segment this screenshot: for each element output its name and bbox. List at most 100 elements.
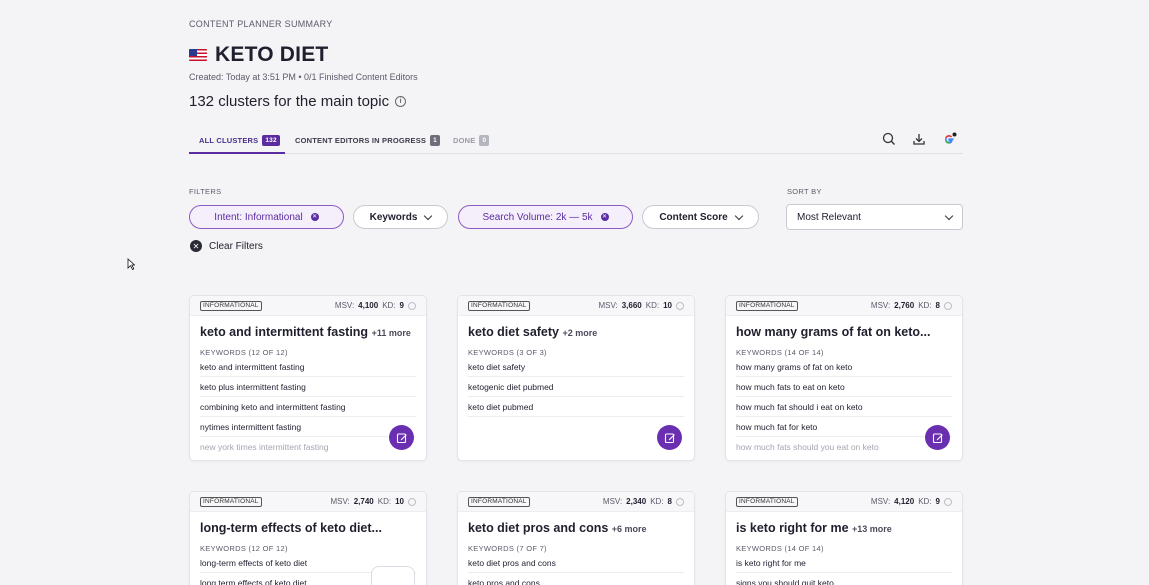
remove-filter-icon[interactable]: ✕	[310, 213, 319, 221]
card-header: INFORMATIONAL MSV: 2,340 KD: 8	[458, 492, 694, 512]
edit-icon	[396, 432, 407, 443]
kd-label: KD:	[918, 497, 932, 506]
msv-value: 2,740	[353, 497, 374, 506]
clusters-summary: 132 clusters for the main topic i	[189, 93, 407, 110]
kd-label: KD:	[650, 497, 664, 506]
edit-button[interactable]	[389, 425, 414, 450]
keyword-item: keto plus intermittent fasting	[200, 377, 416, 397]
filter-volume-chip[interactable]: Search Volume: 2k — 5k ✕	[458, 205, 633, 229]
tab-all-clusters[interactable]: ALL CLUSTERS 132	[189, 132, 285, 154]
cluster-title[interactable]: keto diet safety +2 more	[468, 325, 684, 339]
card-header: INFORMATIONAL MSV: 4,120 KD: 9	[726, 492, 962, 512]
filter-score-label: Content Score	[659, 211, 728, 223]
keyword-item: how much fat for keto	[736, 417, 952, 437]
flag-us-icon	[189, 49, 207, 61]
edit-icon	[932, 432, 943, 443]
cluster-title[interactable]: keto and intermittent fasting +11 more	[200, 325, 416, 339]
cluster-card[interactable]: INFORMATIONAL MSV: 2,340 KD: 8 keto diet…	[457, 491, 695, 585]
search-icon[interactable]	[881, 131, 897, 147]
sort-select[interactable]: Most Relevant	[786, 204, 963, 230]
keyword-item: combining keto and intermittent fasting	[200, 397, 416, 417]
more-count: +11 more	[371, 328, 411, 338]
status-circle-icon	[408, 301, 416, 310]
keyword-item: is keto right for me	[736, 553, 952, 573]
card-header: INFORMATIONAL MSV: 4,100 KD: 9	[190, 296, 426, 316]
keyword-item: how much fats to eat on keto	[736, 377, 952, 397]
intent-badge: INFORMATIONAL	[200, 300, 262, 311]
mouse-cursor-icon	[127, 258, 135, 270]
page-eyebrow: CONTENT PLANNER SUMMARY	[189, 19, 333, 29]
clear-filters-button[interactable]: ✕ Clear Filters	[190, 240, 263, 252]
tab-count: 1	[430, 135, 440, 146]
filter-intent-label: Intent: Informational	[214, 211, 303, 223]
filter-content-score-dropdown[interactable]: Content Score	[642, 205, 759, 229]
msv-value: 2,340	[626, 497, 647, 506]
keyword-item: signs you should quit keto	[736, 573, 952, 585]
keyword-item: keto diet pros and cons	[468, 553, 684, 573]
cluster-title[interactable]: is keto right for me +13 more	[736, 521, 952, 535]
cluster-title-text: keto diet safety	[468, 325, 560, 339]
cluster-card[interactable]: INFORMATIONAL MSV: 2,760 KD: 8 how many …	[725, 295, 963, 461]
keywords-header: KEYWORDS (3 OF 3)	[468, 348, 547, 357]
keyword-item: keto and intermittent fasting	[200, 357, 416, 377]
kd-value: 9	[399, 301, 404, 310]
msv-value: 4,100	[358, 301, 379, 310]
keywords-header: KEYWORDS (12 OF 12)	[200, 348, 288, 357]
cluster-title[interactable]: how many grams of fat on keto...	[736, 325, 952, 339]
sort-value: Most Relevant	[797, 211, 861, 223]
tab-count: 0	[479, 135, 490, 146]
card-metrics: MSV: 2,740 KD: 10	[330, 497, 416, 506]
tab-label: DONE	[453, 136, 476, 145]
msv-value: 3,660	[621, 301, 642, 310]
card-metrics: MSV: 2,760 KD: 8	[871, 301, 952, 310]
tab-done[interactable]: DONE 0	[453, 132, 490, 154]
title-row: KETO DIET	[189, 43, 328, 67]
keyword-item: nytimes intermittent fasting	[200, 417, 416, 437]
keyword-item: keto diet safety	[468, 357, 684, 377]
filter-volume-label: Search Volume: 2k — 5k	[482, 211, 593, 223]
edit-button[interactable]	[657, 425, 682, 450]
card-header: INFORMATIONAL MSV: 2,740 KD: 10	[190, 492, 426, 512]
close-icon: ✕	[190, 240, 202, 252]
card-metrics: MSV: 4,120 KD: 9	[871, 497, 952, 506]
card-body: keto diet safety +2 more KEYWORDS (3 OF …	[458, 316, 694, 450]
intent-badge: INFORMATIONAL	[736, 300, 798, 311]
remove-filter-icon[interactable]: ✕	[600, 213, 609, 221]
filter-intent-chip[interactable]: Intent: Informational ✕	[189, 205, 344, 229]
filter-keywords-dropdown[interactable]: Keywords	[353, 205, 448, 229]
intent-badge: INFORMATIONAL	[200, 496, 262, 507]
cluster-card[interactable]: INFORMATIONAL MSV: 4,100 KD: 9 keto and …	[189, 295, 427, 461]
clear-filters-label: Clear Filters	[209, 240, 263, 252]
card-body: is keto right for me +13 more KEYWORDS (…	[726, 512, 962, 585]
chevron-down-icon	[734, 211, 743, 220]
kd-value: 9	[935, 497, 940, 506]
filter-keywords-label: Keywords	[369, 211, 418, 223]
keywords-header: KEYWORDS (14 OF 14)	[736, 544, 824, 553]
status-circle-icon	[676, 497, 684, 506]
card-body: keto and intermittent fasting +11 more K…	[190, 316, 426, 460]
info-icon[interactable]: i	[395, 96, 407, 107]
cluster-title-text: keto and intermittent fasting	[200, 325, 369, 339]
msv-label: MSV:	[870, 497, 891, 506]
cluster-title[interactable]: long-term effects of keto diet...	[200, 521, 416, 535]
cluster-title-text: is keto right for me	[736, 521, 849, 535]
google-icon[interactable]	[941, 131, 957, 147]
download-icon[interactable]	[911, 131, 927, 147]
edit-button[interactable]	[925, 425, 950, 450]
kd-value: 10	[663, 301, 672, 310]
cluster-card[interactable]: INFORMATIONAL MSV: 4,120 KD: 9 is keto r…	[725, 491, 963, 585]
intent-badge: INFORMATIONAL	[468, 496, 530, 507]
cluster-title[interactable]: keto diet pros and cons +6 more	[468, 521, 684, 535]
msv-label: MSV:	[598, 301, 618, 310]
tab-label: ALL CLUSTERS	[199, 136, 259, 145]
cluster-title-text: keto diet pros and cons	[468, 521, 609, 535]
edit-icon	[664, 432, 675, 443]
toolbar-icons	[881, 131, 957, 147]
msv-label: MSV:	[330, 497, 350, 506]
keywords-header: KEYWORDS (7 OF 7)	[468, 544, 547, 553]
msv-label: MSV:	[602, 497, 623, 506]
keywords-header: KEYWORDS (14 OF 14)	[736, 348, 824, 357]
cluster-card[interactable]: INFORMATIONAL MSV: 3,660 KD: 10 keto die…	[457, 295, 695, 461]
floating-help-button[interactable]	[371, 566, 415, 585]
tab-content-editors-in-progress[interactable]: CONTENT EDITORS IN PROGRESS 1	[295, 132, 440, 154]
